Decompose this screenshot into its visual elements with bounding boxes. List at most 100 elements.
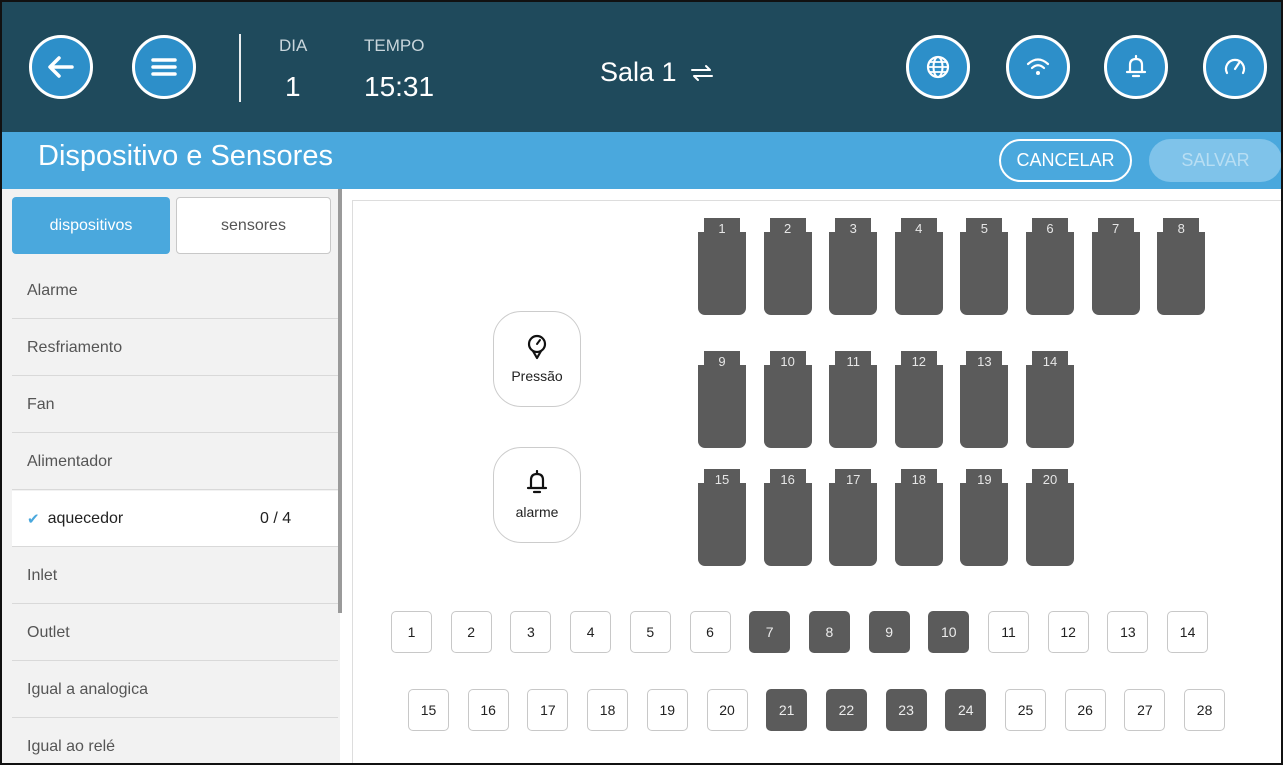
heater-slot[interactable]: 10 [763, 351, 812, 448]
heater-slot[interactable]: 17 [829, 469, 878, 566]
bell-icon [1125, 54, 1147, 78]
sidebar-item[interactable]: Resfriamento [12, 320, 338, 376]
globe-button[interactable] [906, 35, 970, 99]
heater-slot[interactable]: 12 [894, 351, 943, 448]
tab-devices[interactable]: dispositivos [12, 197, 170, 254]
heater-number: 4 [915, 221, 923, 236]
heater-slot[interactable]: 18 [894, 469, 943, 566]
sidebar-item-label: Fan [27, 395, 55, 413]
relay-button[interactable]: 14 [1167, 611, 1209, 653]
sidebar-item[interactable]: Alarme [12, 263, 338, 319]
relay-button[interactable]: 15 [408, 689, 449, 731]
heater-number: 1 [718, 221, 726, 236]
sidebar-item[interactable]: ✔ aquecedor 0 / 4 [12, 491, 338, 547]
relay-button[interactable]: 8 [808, 611, 850, 653]
notifications-button[interactable] [1104, 35, 1168, 99]
heater-number: 16 [780, 472, 795, 487]
heater-slot[interactable]: 3 [829, 218, 878, 315]
sidebar-item-label: Igual a analogica [27, 680, 148, 698]
back-button[interactable] [29, 35, 93, 99]
relay-button[interactable]: 3 [510, 611, 552, 653]
day-label: DIA [279, 36, 308, 55]
cancel-button[interactable]: CANCELAR [999, 139, 1132, 182]
pressure-label: Pressão [511, 368, 563, 384]
heater-slot[interactable]: 20 [1026, 469, 1074, 566]
relay-button[interactable]: 19 [646, 689, 688, 731]
heater-number: 11 [846, 354, 860, 369]
relay-button[interactable]: 11 [988, 611, 1029, 653]
relay-button[interactable]: 7 [749, 611, 791, 653]
top-bar: DIA 1 TEMPO 15:31 Sala 1 [2, 2, 1281, 132]
relay-button[interactable]: 20 [706, 689, 748, 731]
relay-button[interactable]: 27 [1124, 689, 1166, 731]
heater-number: 6 [1046, 221, 1054, 236]
sidebar-scrollbar[interactable] [338, 189, 342, 613]
relay-button[interactable]: 10 [928, 611, 970, 653]
heater-slot[interactable]: 4 [894, 218, 943, 315]
heater-slot[interactable]: 8 [1157, 218, 1206, 315]
sidebar-item[interactable]: Fan [12, 377, 338, 433]
heater-slot[interactable]: 6 [1026, 218, 1074, 315]
relay-button[interactable]: 26 [1064, 689, 1106, 731]
relay-button[interactable]: 18 [587, 689, 629, 731]
time-value: 15:31 [364, 71, 435, 102]
relay-button[interactable]: 4 [570, 611, 612, 653]
relay-button[interactable]: 21 [766, 689, 808, 731]
relay-button[interactable]: 9 [868, 611, 910, 653]
relay-button[interactable]: 5 [629, 611, 671, 653]
tab-sensors[interactable]: sensores [176, 197, 331, 254]
save-button[interactable]: SALVAR [1149, 139, 1281, 182]
heater-slot[interactable]: 19 [960, 469, 1009, 566]
wifi-button[interactable] [1006, 35, 1070, 99]
heater-number: 18 [911, 472, 927, 487]
heater-slot[interactable]: 2 [763, 218, 812, 315]
sidebar-item[interactable]: Igual a analogica [12, 662, 338, 718]
heater-slot[interactable]: 9 [698, 351, 746, 448]
sidebar-item[interactable]: Outlet [12, 605, 338, 661]
heater-slot[interactable]: 11 [829, 351, 878, 448]
menu-button[interactable] [132, 35, 196, 99]
heater-number: 19 [977, 472, 992, 487]
check-icon: ✔ [27, 510, 40, 528]
room-name: Sala 1 [600, 57, 677, 87]
sidebar: dispositivos sensores Alarme Resfriamento… [2, 189, 340, 763]
relay-button[interactable]: 22 [825, 689, 867, 731]
relay-button[interactable]: 2 [450, 611, 492, 653]
title-bar: Dispositivo e Sensores CANCELAR SALVAR [2, 132, 1281, 189]
heater-slot[interactable]: 16 [763, 469, 812, 566]
heater-number: 14 [1042, 354, 1058, 369]
wifi-icon [1026, 58, 1050, 75]
relay-button[interactable]: 16 [467, 689, 509, 731]
relay-button[interactable]: 23 [885, 689, 927, 731]
gauge-icon [1224, 58, 1246, 75]
alarm-device[interactable]: alarme [493, 447, 581, 543]
room-selector[interactable]: Sala 1 [600, 57, 715, 88]
heater-slot[interactable]: 15 [698, 469, 746, 566]
heater-number: 20 [1042, 472, 1058, 487]
heater-slot[interactable]: 14 [1026, 351, 1074, 448]
relay-button[interactable]: 25 [1005, 689, 1046, 731]
sidebar-item-label: aquecedor [47, 509, 124, 527]
heater-slot[interactable]: 7 [1091, 218, 1140, 315]
heater-number: 8 [1177, 221, 1185, 236]
time-label: TEMPO [364, 36, 425, 55]
relay-button[interactable]: 28 [1184, 689, 1226, 731]
relay-button[interactable]: 13 [1107, 611, 1149, 653]
day-value: 1 [285, 71, 301, 102]
heater-number: 3 [849, 221, 857, 236]
heater-number: 10 [780, 354, 795, 369]
pressure-sensor[interactable]: Pressão [493, 311, 581, 407]
heater-slot[interactable]: 5 [960, 218, 1009, 315]
relay-button[interactable]: 12 [1047, 611, 1089, 653]
heater-slot[interactable]: 13 [960, 351, 1009, 448]
relay-button[interactable]: 1 [391, 611, 432, 653]
gauge-button[interactable] [1203, 35, 1267, 99]
sidebar-item[interactable]: Igual ao relé [12, 719, 338, 763]
relay-button[interactable]: 24 [945, 689, 987, 731]
relay-button[interactable]: 6 [689, 611, 731, 653]
sidebar-item[interactable]: Inlet [12, 548, 338, 604]
relay-button[interactable]: 17 [527, 689, 569, 731]
heater-slot[interactable]: 1 [698, 218, 746, 315]
sidebar-item[interactable]: Alimentador [12, 434, 338, 490]
page-title: Dispositivo e Sensores [38, 140, 333, 172]
